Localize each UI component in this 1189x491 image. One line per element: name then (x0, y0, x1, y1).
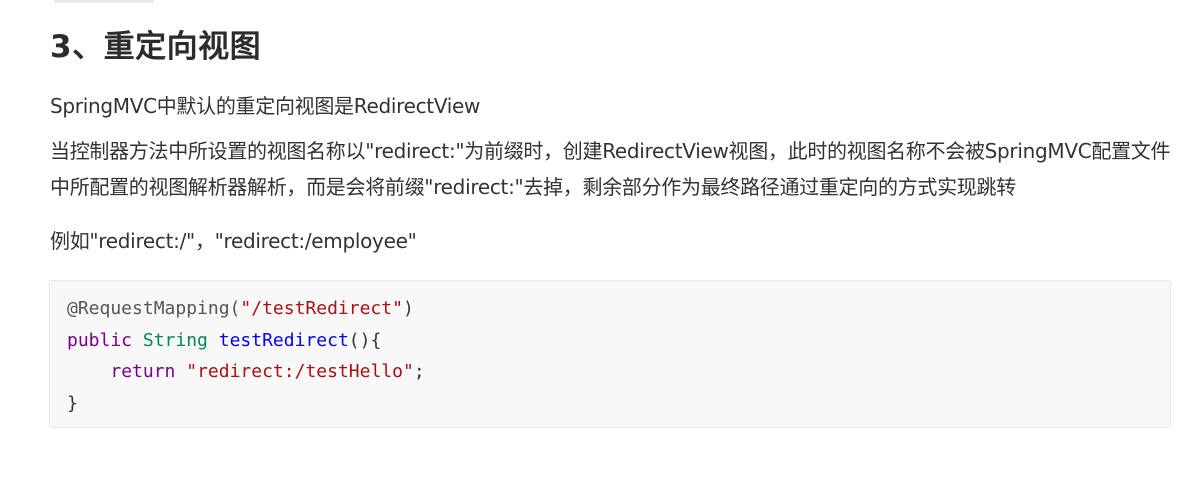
document-content: 3、重定向视图 SpringMVC中默认的重定向视图是RedirectView … (49, 24, 1174, 428)
code-keyword: return (110, 361, 176, 382)
code-closing-brace: } (67, 392, 78, 414)
code-keyword: public (67, 329, 133, 351)
code-block: @RequestMapping("/testRedirect") public S… (49, 280, 1171, 428)
code-punctuation: ) (402, 298, 414, 319)
code-string: "redirect:/testHello" (186, 361, 414, 382)
code-line-2: public String testRedirect(){ (67, 325, 1153, 357)
code-annotation: @RequestMapping( (67, 298, 241, 319)
code-type: String (142, 329, 208, 351)
top-tab-remnant (54, 0, 154, 3)
code-punctuation: (){ (348, 329, 382, 351)
example-paragraph: 例如"redirect:/"，"redirect:/employee" (50, 229, 417, 253)
code-line-3: return "redirect:/testHello"; (67, 356, 1153, 388)
code-punctuation: ; (413, 361, 425, 382)
intro-paragraph: SpringMVC中默认的重定向视图是RedirectView (50, 94, 481, 118)
code-string: "/testRedirect" (240, 298, 403, 319)
code-line-4: } (67, 388, 1153, 420)
code-method-name: testRedirect (218, 329, 349, 351)
section-heading: 3、重定向视图 (50, 29, 262, 65)
description-paragraph: 当控制器方法中所设置的视图名称以"redirect:"为前缀时，创建Redire… (50, 139, 1171, 199)
code-line-1: @RequestMapping("/testRedirect") (67, 293, 1153, 325)
